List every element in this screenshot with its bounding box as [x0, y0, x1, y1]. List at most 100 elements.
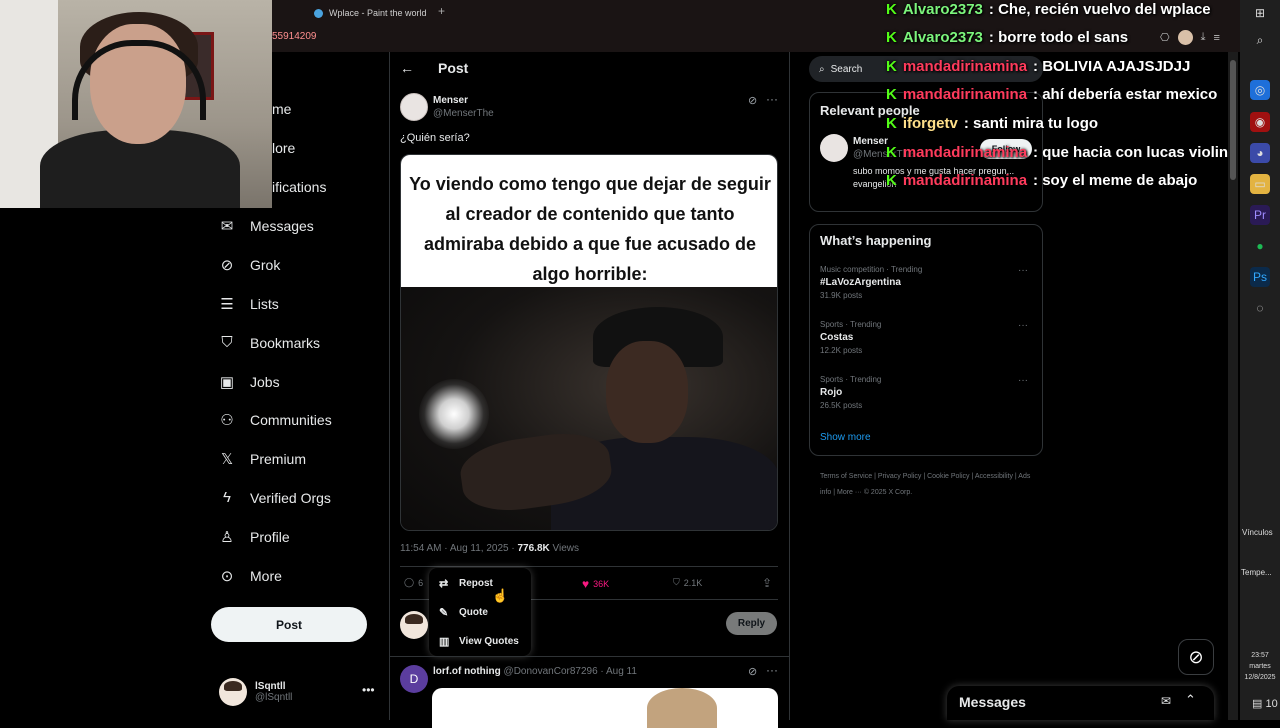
page-title: Post: [438, 60, 469, 76]
back-arrow-icon[interactable]: ←: [400, 60, 414, 76]
kick-badge-icon: K: [886, 172, 897, 189]
post-timestamp: 11:54 AM · Aug 11, 2025 · 776.8K Views: [400, 543, 579, 554]
person-icon: ♙: [220, 529, 234, 546]
nav-bookmarks[interactable]: ⛉ Bookmarks: [218, 334, 320, 351]
bookmark-action[interactable]: ⛉ 2.1K: [673, 577, 702, 588]
trend-more-icon[interactable]: ···: [1018, 320, 1028, 331]
browser-tab[interactable]: Wplace - Paint the world: [306, 2, 456, 24]
compose-message-icon[interactable]: ✉: [1161, 694, 1171, 708]
notification-icon[interactable]: ▤ 10: [1252, 697, 1278, 710]
trend-more-icon[interactable]: ···: [1018, 265, 1028, 276]
nav-label: Grok: [250, 257, 281, 273]
relevant-person-avatar[interactable]: [820, 134, 848, 162]
discord-icon[interactable]: ◕: [1250, 143, 1270, 163]
kick-badge-icon: K: [886, 1, 897, 18]
menu-item-repost[interactable]: ⇄ Repost: [439, 577, 493, 590]
folder-icon[interactable]: ▭: [1250, 174, 1270, 194]
chevron-up-icon[interactable]: ⌃: [1185, 692, 1196, 708]
account-more-icon[interactable]: •••: [362, 683, 375, 697]
trend-topic: #LaVozArgentina: [820, 277, 901, 288]
nav-label: Communities: [250, 412, 332, 428]
nav-communities[interactable]: ⚇ Communities: [218, 411, 332, 429]
app-icon[interactable]: ◉: [1250, 112, 1270, 132]
author-handle[interactable]: @MenserThe: [433, 108, 494, 119]
compose-post-button[interactable]: Post: [211, 607, 367, 642]
new-tab-button[interactable]: +: [438, 4, 445, 18]
mail-icon: ✉: [220, 218, 234, 235]
post-more-icon[interactable]: ···: [766, 92, 778, 106]
menu-icon[interactable]: ≡: [1213, 32, 1219, 44]
author-name[interactable]: Menser: [433, 95, 468, 106]
next-post-author[interactable]: lorf.of nothing @DonovanCor87296 · Aug 1…: [433, 666, 637, 677]
repost-icon: ⇄: [439, 578, 449, 590]
trend-item[interactable]: Music competition · Trending #LaVozArgen…: [820, 265, 1030, 300]
nav-label: Premium: [250, 451, 307, 467]
photoshop-icon[interactable]: Ps: [1250, 267, 1270, 287]
nav-more[interactable]: ⊙ More: [218, 567, 282, 585]
nav-home-label[interactable]: me: [272, 101, 291, 117]
kick-badge-icon: K: [886, 58, 897, 75]
grok-explain-icon[interactable]: ⊘: [748, 94, 757, 107]
spotify-icon[interactable]: ●: [1250, 236, 1270, 256]
show-more-link[interactable]: Show more: [820, 432, 871, 443]
windows-start-icon[interactable]: ⊞: [1250, 3, 1270, 23]
grok-icon: ⊘: [220, 257, 234, 274]
x-logo-icon: 𝕏: [220, 451, 234, 468]
app-icon[interactable]: ◎: [1250, 80, 1270, 100]
nav-label: Verified Orgs: [250, 489, 331, 506]
nav-profile[interactable]: ♙ Profile: [218, 528, 289, 546]
reply-avatar: [400, 611, 428, 639]
trend-item[interactable]: Sports · Trending Costas 12.2K posts: [820, 320, 1030, 355]
post-image[interactable]: Yo viendo como tengo que dejar de seguir…: [400, 154, 778, 531]
nav-label: Bookmarks: [250, 334, 321, 351]
trend-more-icon[interactable]: ···: [1018, 375, 1028, 386]
grok-floating-button[interactable]: ⊘: [1178, 639, 1214, 675]
address-bar-text[interactable]: 55914209: [272, 31, 317, 42]
next-post-avatar[interactable]: D: [400, 665, 428, 693]
menu-item-quote[interactable]: ✎ Quote: [439, 606, 488, 619]
premiere-icon[interactable]: Pr: [1250, 205, 1270, 225]
whats-happening-title: What’s happening: [820, 233, 932, 248]
app-icon[interactable]: ◌: [1250, 298, 1270, 318]
chat-username: mandadirinamina: [902, 144, 1028, 161]
menu-item-view-quotes[interactable]: ▥ View Quotes: [439, 635, 519, 648]
scrollbar-thumb[interactable]: [1230, 60, 1236, 180]
chat-text: : BOLIVIA AJAJSJDJJ: [1033, 58, 1191, 75]
chat-message: K mandadirinamina : ahí debería estar me…: [886, 86, 1217, 103]
nav-jobs[interactable]: ▣ Jobs: [218, 373, 280, 391]
nav-notifications-label[interactable]: ifications: [272, 179, 326, 195]
grok-icon: ⊘: [1188, 646, 1204, 667]
share-icon[interactable]: ⇪: [762, 576, 772, 590]
author-avatar[interactable]: [400, 93, 428, 121]
profile-avatar-icon[interactable]: [1177, 30, 1193, 45]
search-icon[interactable]: ⌕: [1250, 30, 1270, 50]
meme-photo: [401, 287, 777, 530]
account-handle: @lSqntll: [255, 692, 293, 703]
nav-lists[interactable]: ☰ Lists: [218, 295, 279, 313]
reply-button[interactable]: Reply: [726, 612, 777, 635]
taskbar-clock[interactable]: 23:57 martes 12/8/2025: [1244, 650, 1276, 683]
download-icon[interactable]: ⤓: [1201, 31, 1206, 44]
chat-message: K Alvaro2373 : borre todo el sans: [886, 29, 1128, 46]
taskbar-temperature[interactable]: Tempe...: [1241, 568, 1272, 577]
extensions-icon[interactable]: ⎔: [1160, 31, 1170, 44]
reply-action[interactable]: ◯ 6: [404, 577, 423, 588]
trend-item[interactable]: Sports · Trending Rojo 26.5K posts: [820, 375, 1030, 410]
footer-links[interactable]: Terms of Service | Privacy Policy | Cook…: [820, 469, 1040, 501]
nav-grok[interactable]: ⊘ Grok: [218, 256, 281, 274]
kick-badge-icon: K: [886, 115, 897, 132]
like-action[interactable]: ♥ 36K: [582, 577, 609, 591]
nav-premium[interactable]: 𝕏 Premium: [218, 450, 306, 468]
relevant-person-name[interactable]: Menser: [853, 136, 888, 147]
like-count: 36K: [593, 579, 610, 589]
nav-explore-label[interactable]: lore: [272, 140, 295, 156]
post-more-icon[interactable]: ···: [766, 663, 778, 677]
nav-verified-orgs[interactable]: ϟ Verified Orgs: [218, 489, 331, 506]
nav-messages[interactable]: ✉ Messages: [218, 217, 314, 235]
taskbar-links-label[interactable]: Vínculos: [1242, 528, 1273, 537]
grok-explain-icon[interactable]: ⊘: [748, 665, 757, 678]
account-switcher[interactable]: lSqntll @lSqntll: [219, 676, 379, 708]
avatar: [219, 678, 247, 706]
clock-day: martes: [1249, 663, 1271, 670]
next-post-image[interactable]: [432, 688, 778, 728]
